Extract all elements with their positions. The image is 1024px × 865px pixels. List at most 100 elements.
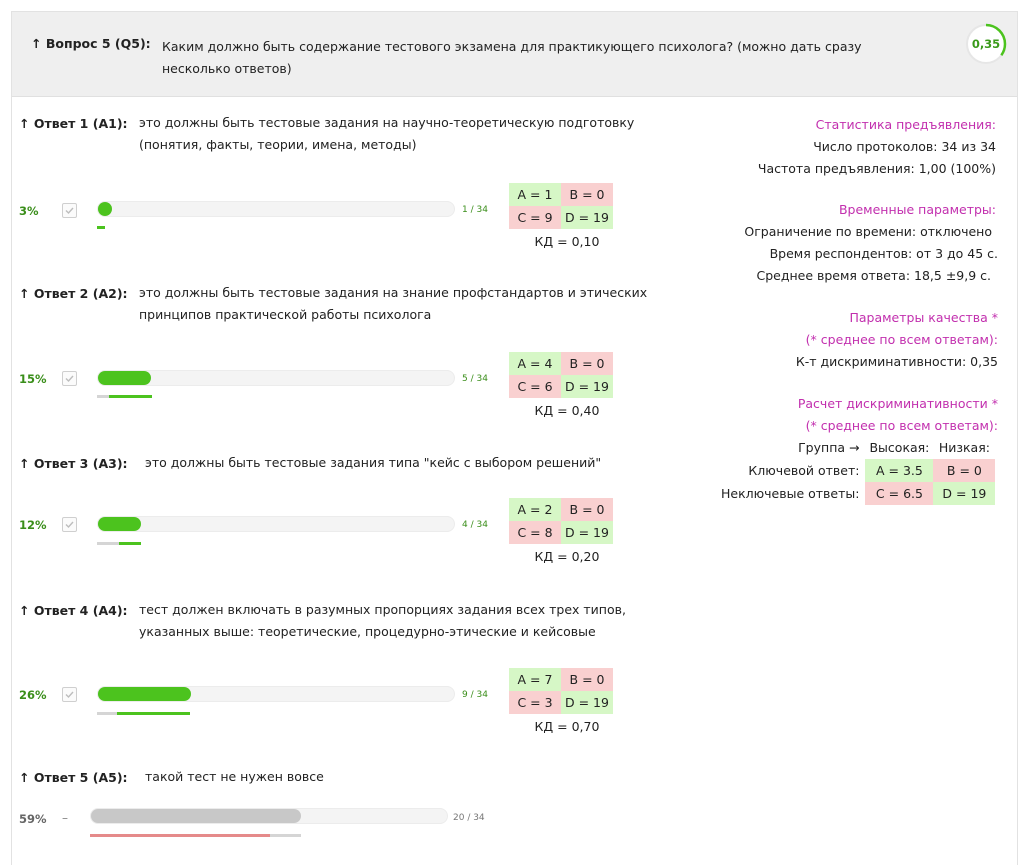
matrix-b: B = 0 — [561, 352, 613, 375]
answer-bar — [97, 686, 455, 702]
calc-note: (* среднее по всем ответам): — [805, 418, 998, 433]
group-label: Группа → — [798, 440, 860, 455]
matrix-a: A = 7 — [509, 668, 561, 691]
answer-label[interactable]: ↑ Ответ 4 (А4): — [19, 603, 128, 618]
group-high: Высокая: — [869, 440, 930, 455]
answer-bar — [97, 516, 455, 532]
answer-kd: КД = 0,40 — [534, 403, 600, 418]
matrix-c: C = 8 — [509, 521, 561, 544]
question-text: Каким должно быть содержание тестового э… — [162, 39, 862, 76]
discr-d: D = 19 — [933, 482, 996, 505]
stats-heading: Статистика предъявления: — [815, 117, 996, 132]
answer-subbar — [97, 395, 152, 398]
calc-heading: Расчет дискриминативности * — [797, 396, 998, 411]
answer-text: это должны быть тестовые задания на знан… — [139, 285, 648, 322]
matrix-d: D = 19 — [561, 375, 613, 398]
matrix-b: B = 0 — [561, 183, 613, 206]
answer-checkbox — [62, 517, 77, 532]
answer-bar — [97, 201, 455, 217]
subbar-grey — [97, 712, 117, 715]
answer-subbar — [90, 834, 301, 837]
answer-checkbox — [62, 687, 77, 702]
answer-subbar — [97, 226, 105, 229]
answer-count: 1 / 34 — [462, 205, 488, 215]
answer-bar-fill — [98, 202, 112, 216]
answer-percent: 59% — [19, 812, 47, 826]
discr-c: C = 6.5 — [865, 482, 934, 505]
quality-heading: Параметры качества * — [849, 310, 998, 325]
answer-percent: 12% — [19, 518, 47, 532]
answer-percent: 3% — [19, 204, 39, 218]
answer-label[interactable]: ↑ Ответ 1 (А1): — [19, 116, 128, 131]
answer-kd: КД = 0,10 — [534, 234, 600, 249]
matrix-c: C = 9 — [509, 206, 561, 229]
matrix-a: A = 2 — [509, 498, 561, 521]
check-icon — [65, 521, 74, 529]
subbar-grey — [97, 542, 119, 545]
matrix-d: D = 19 — [561, 691, 613, 714]
subbar-grey — [97, 395, 109, 398]
answer-count: 9 / 34 — [462, 690, 488, 700]
answer-label[interactable]: ↑ Ответ 2 (А2): — [19, 286, 128, 301]
stats-frequency: Частота предъявления: 1,00 (100%) — [757, 161, 996, 176]
matrix-b: B = 0 — [561, 668, 613, 691]
answer-text: тест должен включать в разумных пропорци… — [139, 602, 626, 639]
answer-label[interactable]: ↑ Ответ 5 (А5): — [19, 770, 128, 785]
answer-percent: 26% — [19, 688, 47, 702]
answer-percent: 15% — [19, 372, 47, 386]
answer-text: такой тест не нужен вовсе — [145, 769, 324, 784]
unchecked-dash: – — [62, 811, 68, 825]
check-icon — [65, 375, 74, 383]
matrix-b: B = 0 — [561, 498, 613, 521]
subbar-key — [97, 226, 105, 229]
discr-matrix: Группа → Высокая: Низкая: Ключевой ответ… — [717, 436, 996, 505]
matrix-c: C = 6 — [509, 375, 561, 398]
subbar-red — [90, 834, 270, 837]
check-icon — [65, 207, 74, 215]
answer-bar-fill — [91, 809, 301, 823]
matrix-a: A = 4 — [509, 352, 561, 375]
time-limit: Ограничение по времени: отключено — [744, 224, 992, 239]
answer-checkbox — [62, 371, 77, 386]
answer-bar-fill — [98, 687, 191, 701]
subbar-key — [109, 395, 152, 398]
answer-checkbox — [62, 203, 77, 218]
stats-protocols: Число протоколов: 34 из 34 — [813, 139, 996, 154]
subbar-grey — [270, 834, 301, 837]
answer-text: это должны быть тестовые задания на науч… — [139, 115, 635, 152]
question-label[interactable]: ↑ Вопрос 5 (Q5): — [31, 36, 151, 51]
avg-time: Среднее время ответа: 18,5 ±9,9 с. — [756, 268, 991, 283]
answer-subbar — [97, 712, 190, 715]
key-answer-label: Ключевой ответ: — [748, 463, 860, 478]
answer-bar-fill — [98, 517, 141, 531]
matrix-a: A = 1 — [509, 183, 561, 206]
matrix-d: D = 19 — [561, 521, 613, 544]
answer-bar — [90, 808, 448, 824]
answer-count: 4 / 34 — [462, 520, 488, 530]
time-heading: Временные параметры: — [838, 202, 996, 217]
discr-value: К-т дискриминативности: 0,35 — [795, 354, 998, 369]
score-ring: 0,35 — [965, 23, 1007, 65]
check-icon — [65, 691, 74, 699]
discr-a: A = 3.5 — [865, 459, 934, 482]
answer-kd: КД = 0,70 — [534, 719, 600, 734]
answer-count: 20 / 34 — [453, 813, 485, 823]
subbar-key — [117, 712, 190, 715]
resp-time: Время респондентов: от 3 до 45 с. — [769, 246, 998, 261]
discr-b: B = 0 — [933, 459, 996, 482]
answer-text: это должны быть тестовые задания типа "к… — [145, 455, 602, 470]
matrix-d: D = 19 — [561, 206, 613, 229]
group-low: Низкая: — [938, 440, 990, 455]
nonkey-label: Неключевые ответы: — [721, 486, 860, 501]
answer-matrix: A = 2 B = 0 C = 8 D = 19 — [509, 498, 613, 544]
score-value: 0,35 — [971, 37, 1001, 51]
answer-matrix: A = 4 B = 0 C = 6 D = 19 — [509, 352, 613, 398]
answer-label[interactable]: ↑ Ответ 3 (А3): — [19, 456, 128, 471]
answer-bar — [97, 370, 455, 386]
question-header: ↑ Вопрос 5 (Q5): Каким должно быть содер… — [12, 12, 1017, 97]
subbar-key — [119, 542, 141, 545]
answer-count: 5 / 34 — [462, 374, 488, 384]
quality-note: (* среднее по всем ответам): — [805, 332, 998, 347]
matrix-c: C = 3 — [509, 691, 561, 714]
answer-kd: КД = 0,20 — [534, 549, 600, 564]
